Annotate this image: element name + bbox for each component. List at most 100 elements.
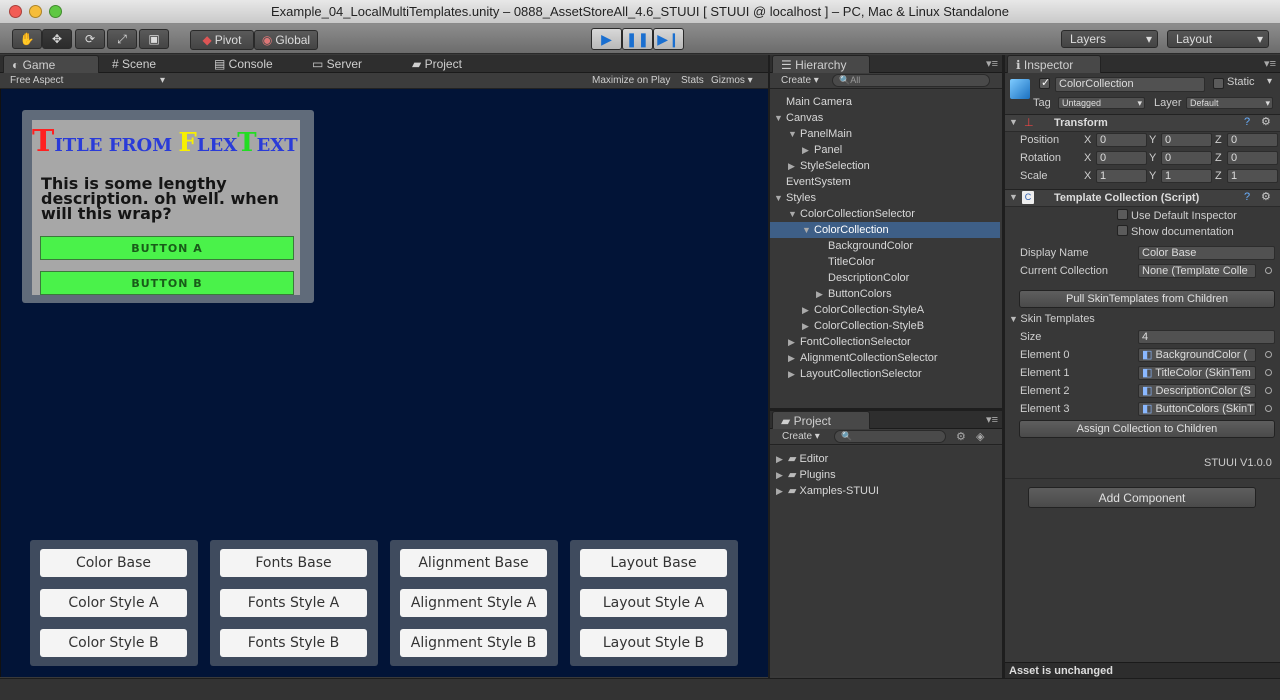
foldout-closed-icon[interactable]: ▶ xyxy=(776,467,788,483)
pull-skintemplates-button[interactable]: Pull SkinTemplates from Children xyxy=(1019,290,1275,308)
tab-game[interactable]: ◐ Game xyxy=(3,55,99,73)
tab-scene[interactable]: # Scene xyxy=(104,55,164,73)
splitter[interactable] xyxy=(1002,55,1005,678)
foldout-open-icon[interactable]: ▼ xyxy=(802,222,814,238)
object-picker-icon[interactable] xyxy=(1265,387,1272,394)
tab-server[interactable]: ▭ Server xyxy=(304,55,370,73)
button-a[interactable]: BUTTON A xyxy=(40,236,294,260)
foldout-closed-icon[interactable]: ▶ xyxy=(776,451,788,467)
pivot-toggle[interactable]: ◆ Pivot xyxy=(190,30,254,50)
gizmos-dropdown[interactable]: Gizmos ▾ xyxy=(711,75,753,86)
hierarchy-item[interactable]: ▼ ColorCollectionSelector xyxy=(770,206,1000,222)
panel-menu-icon[interactable]: ▾≡ xyxy=(986,413,998,426)
object-name-field[interactable]: ColorCollection xyxy=(1055,77,1205,92)
hierarchy-item[interactable]: DescriptionColor xyxy=(770,270,1000,286)
hierarchy-item[interactable]: ▼ Canvas xyxy=(770,110,1000,126)
game-view[interactable]: TITLE FROM FLEXTEXT This is some lengthy… xyxy=(0,89,768,677)
scale-tool-button[interactable]: ⤢ xyxy=(107,29,137,49)
global-toggle[interactable]: ◉ Global xyxy=(254,30,318,50)
skin-templates-foldout[interactable]: ▼ Skin Templates xyxy=(1009,311,1095,327)
transform-x-field[interactable]: 0 xyxy=(1096,133,1147,147)
transform-z-field[interactable]: 0 xyxy=(1227,151,1278,165)
foldout-open-icon[interactable]: ▼ xyxy=(774,190,786,206)
foldout-closed-icon[interactable]: ▶ xyxy=(802,302,814,318)
button-b[interactable]: BUTTON B xyxy=(40,271,294,295)
script-header[interactable]: ▼ C Template Collection (Script) ? ⚙ xyxy=(1005,189,1280,207)
object-picker-icon[interactable] xyxy=(1265,351,1272,358)
layout-style-a-button[interactable]: Layout Style A xyxy=(580,589,727,617)
layout-style-b-button[interactable]: Layout Style B xyxy=(580,629,727,657)
object-picker-icon[interactable] xyxy=(1265,369,1272,376)
current-collection-field[interactable]: None (Template Colle xyxy=(1138,264,1256,278)
hierarchy-item[interactable]: ▶ StyleSelection xyxy=(770,158,1000,174)
tab-hierarchy[interactable]: ☰ Hierarchy xyxy=(772,55,870,73)
hierarchy-item[interactable]: ▶ LayoutCollectionSelector xyxy=(770,366,1000,382)
tag-dropdown[interactable]: Untagged ▾ xyxy=(1058,97,1145,109)
stats-toggle[interactable]: Stats xyxy=(681,75,704,86)
static-checkbox[interactable] xyxy=(1213,78,1224,89)
rotate-tool-button[interactable]: ⟳ xyxy=(75,29,105,49)
project-folder[interactable]: ▶ ▰ Xamples-STUUI xyxy=(770,483,1000,499)
transform-z-field[interactable]: 0 xyxy=(1227,133,1278,147)
layers-dropdown[interactable]: Layers ▾ xyxy=(1061,30,1158,48)
splitter[interactable] xyxy=(770,408,1002,411)
hierarchy-create-dropdown[interactable]: Create ▾ xyxy=(781,75,819,86)
static-dropdown-icon[interactable]: ▾ xyxy=(1267,76,1272,87)
hierarchy-search-input[interactable]: 🔍All xyxy=(832,74,990,87)
transform-y-field[interactable]: 1 xyxy=(1161,169,1212,183)
size-field[interactable]: 4 xyxy=(1138,330,1275,344)
fonts-style-a-button[interactable]: Fonts Style A xyxy=(220,589,367,617)
aspect-dropdown[interactable]: Free Aspect ▾ xyxy=(10,75,165,86)
layer-dropdown[interactable]: Default ▾ xyxy=(1186,97,1273,109)
transform-x-field[interactable]: 0 xyxy=(1096,151,1147,165)
move-tool-button[interactable]: ✥ xyxy=(42,29,72,49)
foldout-closed-icon[interactable]: ▶ xyxy=(802,318,814,334)
foldout-closed-icon[interactable]: ▶ xyxy=(816,286,828,302)
foldout-closed-icon[interactable]: ▶ xyxy=(776,483,788,499)
hierarchy-item[interactable]: BackgroundColor xyxy=(770,238,1000,254)
label-icon[interactable]: ◈ xyxy=(976,430,984,443)
gear-icon[interactable]: ⚙ xyxy=(1261,115,1271,128)
use-default-inspector-checkbox[interactable] xyxy=(1117,209,1128,220)
panel-menu-icon[interactable]: ▾≡ xyxy=(1264,57,1276,70)
fonts-style-b-button[interactable]: Fonts Style B xyxy=(220,629,367,657)
foldout-open-icon[interactable]: ▼ xyxy=(774,110,786,126)
element-object-field[interactable]: ◧ DescriptionColor (S xyxy=(1138,384,1256,398)
tab-project-panel[interactable]: ▰ Project xyxy=(772,411,870,429)
element-object-field[interactable]: ◧ ButtonColors (SkinT xyxy=(1138,402,1256,416)
help-icon[interactable]: ? xyxy=(1244,191,1250,203)
foldout-closed-icon[interactable]: ▶ xyxy=(788,350,800,366)
splitter[interactable] xyxy=(768,55,770,678)
tab-inspector[interactable]: ℹ Inspector xyxy=(1007,55,1101,73)
play-button[interactable]: ▶ xyxy=(591,28,622,50)
layout-base-button[interactable]: Layout Base xyxy=(580,549,727,577)
transform-y-field[interactable]: 0 xyxy=(1161,133,1212,147)
project-folder[interactable]: ▶ ▰ Editor xyxy=(770,451,1000,467)
transform-y-field[interactable]: 0 xyxy=(1161,151,1212,165)
hierarchy-item[interactable]: EventSystem xyxy=(770,174,1000,190)
panel-menu-icon[interactable]: ▾≡ xyxy=(986,57,998,70)
display-name-field[interactable]: Color Base xyxy=(1138,246,1275,260)
step-button[interactable]: ▶❙ xyxy=(653,28,684,50)
object-picker-icon[interactable] xyxy=(1265,267,1272,274)
gear-icon[interactable]: ⚙ xyxy=(1261,190,1271,203)
transform-header[interactable]: ▼ ⊥ Transform ? ⚙ xyxy=(1005,114,1280,132)
hierarchy-item[interactable]: ▶ ColorCollection-StyleB xyxy=(770,318,1000,334)
project-folder[interactable]: ▶ ▰ Plugins xyxy=(770,467,1000,483)
add-component-button[interactable]: Add Component xyxy=(1028,487,1256,508)
tab-project[interactable]: ▰ Project xyxy=(404,55,470,73)
fonts-base-button[interactable]: Fonts Base xyxy=(220,549,367,577)
alignment-style-a-button[interactable]: Alignment Style A xyxy=(400,589,547,617)
pause-button[interactable]: ❚❚ xyxy=(622,28,653,50)
project-create-dropdown[interactable]: Create ▾ xyxy=(782,431,820,442)
tab-console[interactable]: ▤ Console xyxy=(206,55,281,73)
hierarchy-item[interactable]: ▶ AlignmentCollectionSelector xyxy=(770,350,1000,366)
hierarchy-item[interactable]: ▶ ColorCollection-StyleA xyxy=(770,302,1000,318)
foldout-closed-icon[interactable]: ▶ xyxy=(788,366,800,382)
hierarchy-item[interactable]: TitleColor xyxy=(770,254,1000,270)
color-style-b-button[interactable]: Color Style B xyxy=(40,629,187,657)
foldout-closed-icon[interactable]: ▶ xyxy=(802,142,814,158)
color-style-a-button[interactable]: Color Style A xyxy=(40,589,187,617)
alignment-style-b-button[interactable]: Alignment Style B xyxy=(400,629,547,657)
rect-tool-button[interactable]: ▣ xyxy=(139,29,169,49)
